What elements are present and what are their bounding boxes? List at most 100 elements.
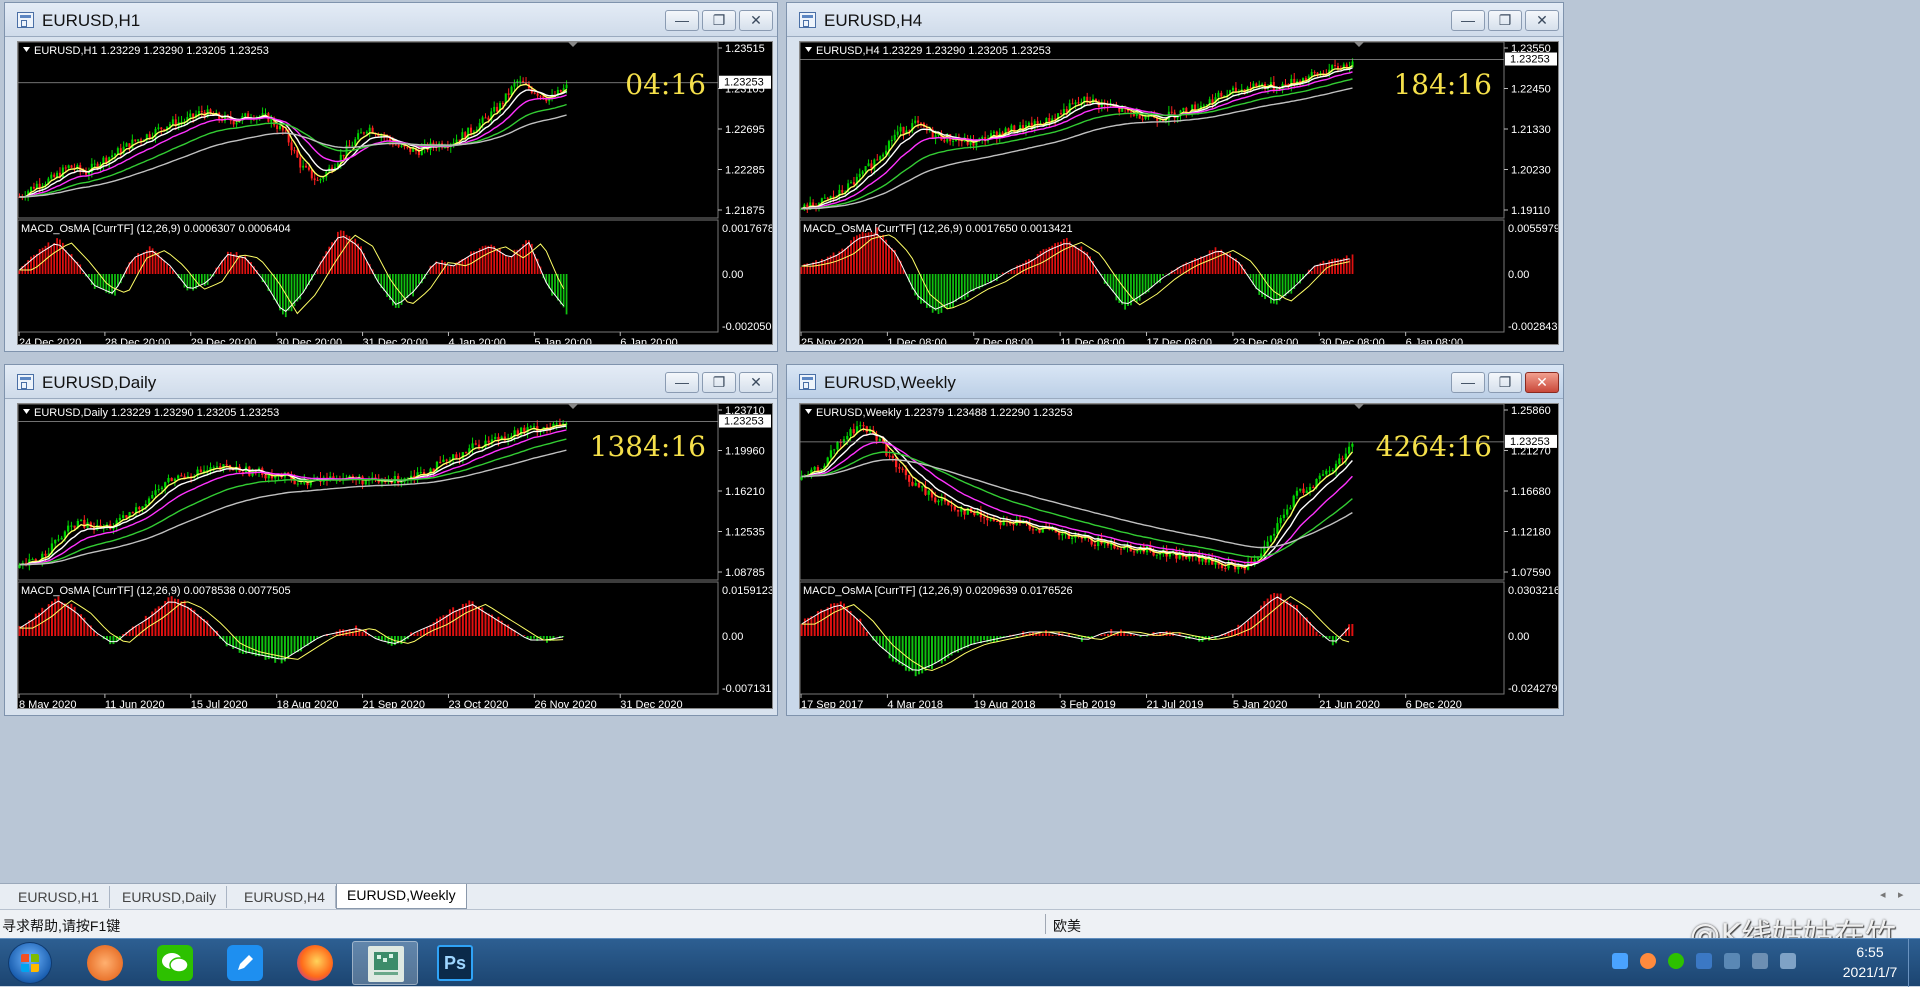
taskbar: Ps 6:55 2021/1/7 bbox=[0, 938, 1920, 986]
candle-body bbox=[1071, 538, 1073, 539]
candle-body bbox=[1306, 491, 1308, 493]
shield-icon[interactable] bbox=[1696, 953, 1712, 969]
candle-body bbox=[973, 513, 975, 515]
taskbar-app-1[interactable] bbox=[72, 941, 138, 985]
macd-bar bbox=[1016, 636, 1018, 637]
chart-canvas[interactable]: EURUSD,Weekly 1.22379 1.23488 1.22290 1.… bbox=[799, 403, 1559, 709]
window-titlebar[interactable]: EURUSD,H1—❐✕ bbox=[5, 3, 777, 37]
chart-canvas[interactable]: EURUSD,Daily 1.23229 1.23290 1.23205 1.2… bbox=[17, 403, 773, 709]
tab-eurusd-h1[interactable]: EURUSD,H1 bbox=[8, 886, 110, 908]
candle-body bbox=[80, 520, 82, 521]
macd-bar bbox=[1042, 634, 1044, 636]
maximize-button[interactable]: ❐ bbox=[702, 372, 736, 393]
taskbar-app-photoshop[interactable]: Ps bbox=[422, 941, 488, 985]
chart-menu-arrow-icon[interactable] bbox=[23, 47, 30, 52]
candle-body bbox=[340, 155, 342, 163]
minimize-button[interactable]: — bbox=[665, 10, 699, 31]
feather-icon[interactable] bbox=[1612, 953, 1628, 969]
chart-window-h4[interactable]: EURUSD,H4—❐✕ EURUSD,H4 1.23229 1.23290 1.… bbox=[786, 2, 1564, 352]
taskbar-clock[interactable]: 6:55 2021/1/7 bbox=[1830, 942, 1910, 982]
chart-menu-arrow-icon[interactable] bbox=[805, 409, 812, 414]
tray-app-icon[interactable] bbox=[1640, 953, 1656, 969]
chart-canvas[interactable]: EURUSD,H4 1.23229 1.23290 1.23205 1.2325… bbox=[799, 41, 1559, 345]
maximize-button[interactable]: ❐ bbox=[1488, 10, 1522, 31]
wechat-tray-icon[interactable] bbox=[1668, 953, 1684, 969]
chart-window-h1[interactable]: EURUSD,H1—❐✕ EURUSD,H1 1.23229 1.23290 1.… bbox=[4, 2, 778, 352]
candle-body bbox=[846, 436, 848, 439]
candle-body bbox=[114, 154, 116, 156]
macd-bar bbox=[856, 619, 858, 636]
macd-bar bbox=[1241, 625, 1243, 636]
macd-bar bbox=[924, 636, 926, 671]
macd-bar bbox=[1352, 254, 1354, 274]
symbol-info-text: EURUSD,Daily 1.23229 1.23290 1.23205 1.2… bbox=[34, 407, 279, 419]
window-titlebar[interactable]: EURUSD,H4—❐✕ bbox=[787, 3, 1563, 37]
macd-bar bbox=[847, 246, 849, 274]
candle-body bbox=[1142, 119, 1144, 120]
tab-eurusd-h4[interactable]: EURUSD,H4 bbox=[234, 886, 336, 908]
pen-icon bbox=[227, 945, 263, 981]
chart-window-icon bbox=[799, 374, 816, 390]
candle-body bbox=[905, 470, 907, 476]
candle-body bbox=[1037, 121, 1039, 124]
macd-tick-label: -0.0020503 bbox=[722, 321, 773, 333]
chart-canvas[interactable]: EURUSD,H1 1.23229 1.23290 1.23205 1.2325… bbox=[17, 41, 773, 345]
candle-body bbox=[814, 467, 816, 470]
show-desktop-button[interactable] bbox=[1908, 939, 1920, 987]
macd-bar bbox=[54, 599, 56, 636]
macd-bar bbox=[316, 636, 318, 638]
chart-menu-arrow-icon[interactable] bbox=[805, 47, 812, 52]
firefox-alt-icon bbox=[87, 945, 123, 981]
close-button[interactable]: ✕ bbox=[1525, 10, 1559, 31]
tab-scroll-right-icon[interactable]: ▸ bbox=[1898, 888, 1904, 901]
macd-bar bbox=[287, 636, 289, 659]
candle-body bbox=[908, 475, 910, 482]
network-icon[interactable] bbox=[1724, 953, 1740, 969]
macd-bar bbox=[560, 274, 562, 304]
minimize-button[interactable]: — bbox=[665, 372, 699, 393]
macd-bar bbox=[1282, 274, 1284, 297]
close-button[interactable]: ✕ bbox=[739, 10, 773, 31]
minimize-button[interactable]: — bbox=[1451, 372, 1485, 393]
taskbar-app-firefox[interactable] bbox=[282, 941, 348, 985]
chart-window-weekly[interactable]: EURUSD,Weekly—❐✕ EURUSD,Weekly 1.22379 1.… bbox=[786, 364, 1564, 716]
close-button[interactable]: ✕ bbox=[739, 372, 773, 393]
candle-body bbox=[1182, 108, 1184, 111]
minimize-button[interactable]: — bbox=[1451, 10, 1485, 31]
chart-menu-arrow-icon[interactable] bbox=[23, 409, 30, 414]
moving-average-line bbox=[20, 439, 567, 565]
candle-body bbox=[132, 512, 134, 513]
candle-body bbox=[1261, 84, 1263, 85]
candle-body bbox=[134, 140, 136, 141]
close-button[interactable]: ✕ bbox=[1525, 372, 1559, 393]
taskbar-app-pen[interactable] bbox=[212, 941, 278, 985]
macd-bar bbox=[187, 607, 189, 636]
moving-average-line bbox=[19, 95, 566, 197]
signal-icon[interactable] bbox=[1780, 953, 1796, 969]
firefox-icon bbox=[297, 945, 333, 981]
macd-bar bbox=[1351, 624, 1353, 636]
window-titlebar[interactable]: EURUSD,Weekly—❐✕ bbox=[787, 365, 1563, 399]
taskbar-app-mt4[interactable] bbox=[352, 941, 418, 985]
macd-bar bbox=[160, 258, 162, 274]
start-button[interactable] bbox=[8, 942, 52, 984]
macd-bar bbox=[1113, 274, 1115, 292]
volume-mute-icon[interactable] bbox=[1752, 953, 1768, 969]
maximize-button[interactable]: ❐ bbox=[1488, 372, 1522, 393]
macd-bar bbox=[248, 636, 250, 652]
chart-window-daily[interactable]: EURUSD,Daily—❐✕ EURUSD,Daily 1.23229 1.23… bbox=[4, 364, 778, 716]
window-titlebar[interactable]: EURUSD,Daily—❐✕ bbox=[5, 365, 777, 399]
candle-body bbox=[1217, 93, 1219, 97]
maximize-button[interactable]: ❐ bbox=[702, 10, 736, 31]
tab-scroll-left-icon[interactable]: ◂ bbox=[1880, 888, 1886, 901]
candle-body bbox=[442, 460, 444, 462]
candle-body bbox=[1296, 491, 1298, 496]
candle-body bbox=[891, 140, 893, 141]
tab-eurusd-daily[interactable]: EURUSD,Daily bbox=[112, 886, 227, 908]
candle-body bbox=[1224, 568, 1226, 569]
macd-bar bbox=[908, 636, 910, 671]
macd-bar bbox=[1133, 635, 1135, 636]
macd-bar bbox=[1316, 632, 1318, 636]
tab-eurusd-weekly[interactable]: EURUSD,Weekly bbox=[336, 884, 467, 909]
taskbar-app-wechat[interactable] bbox=[142, 941, 208, 985]
